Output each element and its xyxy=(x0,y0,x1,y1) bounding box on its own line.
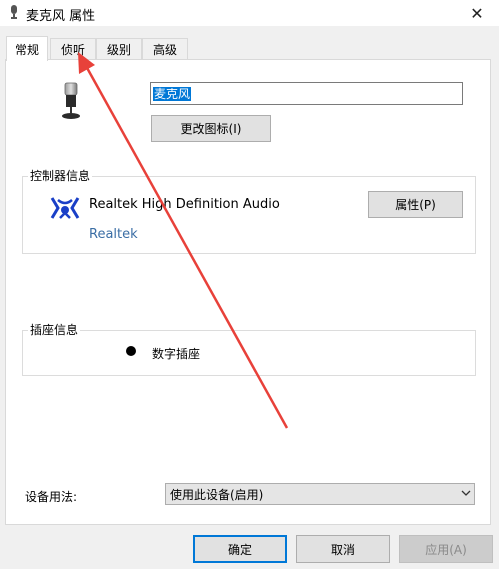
chevron-down-icon xyxy=(461,486,471,503)
tab-levels[interactable]: 级别 xyxy=(96,38,142,60)
close-button[interactable]: ✕ xyxy=(455,0,499,26)
device-name-value: 麦克风 xyxy=(153,87,192,101)
device-usage-value: 使用此设备(启用) xyxy=(170,488,264,502)
ok-button[interactable]: 确定 xyxy=(193,535,287,563)
apply-button[interactable]: 应用(A) xyxy=(399,535,493,563)
jack-type-text: 数字插座 xyxy=(152,347,201,361)
controller-info-label: 控制器信息 xyxy=(28,167,93,184)
device-microphone-icon xyxy=(58,82,84,123)
tab-general[interactable]: 常规 xyxy=(6,36,48,61)
controller-name: Realtek High Definition Audio xyxy=(89,197,280,212)
jack-info-group xyxy=(22,330,476,376)
controller-vendor-link[interactable]: Realtek xyxy=(89,227,138,242)
microphone-icon xyxy=(8,4,20,23)
realtek-logo-icon xyxy=(50,196,80,225)
cancel-button[interactable]: 取消 xyxy=(296,535,390,563)
title-bar: 麦克风 属性 ✕ xyxy=(0,0,499,26)
controller-properties-button[interactable]: 属性(P) xyxy=(368,191,463,218)
device-name-input[interactable]: 麦克风 xyxy=(150,82,463,105)
change-icon-button[interactable]: 更改图标(I) xyxy=(151,115,271,142)
window-title: 麦克风 属性 xyxy=(26,9,96,24)
tab-listen[interactable]: 侦听 xyxy=(50,38,96,60)
device-usage-select[interactable]: 使用此设备(启用) xyxy=(165,483,475,505)
device-usage-label: 设备用法: xyxy=(25,490,78,504)
jack-dot-icon xyxy=(126,346,136,356)
jack-info-label: 插座信息 xyxy=(28,321,81,338)
tab-advanced[interactable]: 高级 xyxy=(142,38,188,60)
